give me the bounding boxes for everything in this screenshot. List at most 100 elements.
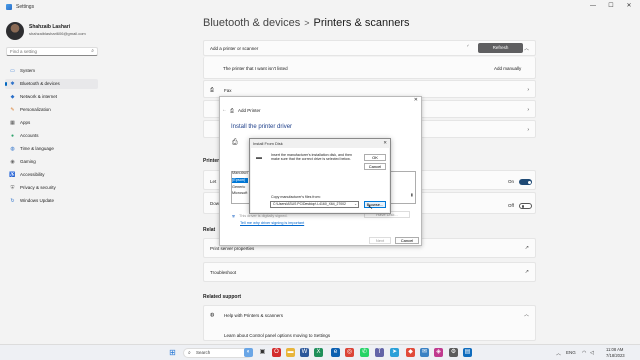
fax-label: Fax bbox=[224, 88, 232, 93]
driver-signing-link[interactable]: Tell me why driver signing is important bbox=[240, 221, 304, 225]
wifi-icon[interactable]: ◠ bbox=[582, 350, 586, 356]
chevron-down-icon[interactable]: ⌄ bbox=[354, 202, 357, 207]
photos-icon[interactable]: ◈ bbox=[434, 348, 443, 357]
bluetooth-icon: ✱ bbox=[10, 81, 15, 87]
breadcrumb: Bluetooth & devices > Printers & scanners bbox=[203, 17, 409, 29]
taskbar-search-label: Search bbox=[196, 350, 211, 355]
refresh-button[interactable]: Refresh bbox=[478, 43, 523, 53]
manufacturer-item[interactable]: Generic bbox=[232, 185, 245, 190]
troubleshoot-card[interactable]: Troubleshoot ↗ bbox=[203, 262, 536, 282]
store-icon[interactable]: ▤ bbox=[463, 348, 472, 357]
back-arrow-icon[interactable]: ← bbox=[222, 107, 227, 113]
sidebar-item-accessibility[interactable]: ♿ Accessibility bbox=[5, 170, 98, 180]
dialog-title: Install From Disk bbox=[253, 141, 283, 146]
gaming-icon: ◉ bbox=[10, 159, 15, 165]
brush-icon: ✎ bbox=[10, 107, 15, 113]
breadcrumb-separator: > bbox=[304, 18, 310, 28]
dialog-close-button[interactable]: ✕ bbox=[383, 140, 387, 146]
sidebar: Shahzaib Lashari shahzaiblashari606@gmai… bbox=[0, 14, 200, 344]
volume-icon[interactable]: ◁ bbox=[590, 350, 594, 356]
help-label: Help with Printers & scanners bbox=[224, 313, 284, 318]
sidebar-item-label: Windows Update bbox=[20, 198, 55, 203]
telegram-icon[interactable]: ➤ bbox=[390, 348, 399, 357]
search-input[interactable]: Find a setting ⌕ bbox=[6, 47, 98, 56]
app-icon-red[interactable]: ◆ bbox=[406, 348, 415, 357]
cancel-button[interactable]: Cancel bbox=[395, 237, 419, 244]
search-placeholder: Find a setting bbox=[10, 49, 38, 54]
language-indicator[interactable]: ENG bbox=[566, 350, 576, 355]
dialog-heading: Install the printer driver bbox=[231, 124, 293, 130]
chrome-icon[interactable]: ◎ bbox=[345, 348, 354, 357]
learn-about-link[interactable]: Learn about Control panel options moving… bbox=[224, 333, 330, 338]
related-settings-heading: Relat bbox=[203, 227, 216, 233]
install-instructions: Insert the manufacturer's installation d… bbox=[271, 153, 352, 162]
toggle-state-label: On bbox=[508, 179, 515, 184]
clock-time[interactable]: 11:08 AM bbox=[606, 347, 623, 352]
taskbar: ⊞ ⌕ Search ◐ ▣ O ▬ W X e ◎ ✆ T ➤ ◆ ✉ ◈ ⚙… bbox=[0, 344, 640, 360]
toggle-state-label: Off bbox=[508, 203, 514, 208]
manufacturer-item-selected[interactable]: (Epson) bbox=[232, 178, 248, 183]
avatar[interactable] bbox=[6, 22, 24, 40]
dialog-close-button[interactable]: ✕ bbox=[414, 97, 418, 103]
window-title: Settings bbox=[16, 4, 35, 10]
manufacturer-header: Manufact bbox=[232, 171, 248, 175]
excel-icon[interactable]: X bbox=[314, 348, 323, 357]
mail-icon[interactable]: ✉ bbox=[420, 348, 429, 357]
scrollbar-thumb[interactable]: ▮ bbox=[411, 192, 413, 197]
sidebar-item-label: Apps bbox=[20, 120, 31, 125]
settings-icon[interactable]: ⚙ bbox=[449, 348, 458, 357]
update-icon: ↻ bbox=[10, 198, 15, 204]
sidebar-item-label: Accounts bbox=[20, 133, 39, 138]
start-button-icon[interactable]: ⊞ bbox=[168, 348, 177, 357]
ok-button[interactable]: OK bbox=[364, 154, 386, 161]
sidebar-item-label: Network & internet bbox=[20, 94, 58, 99]
accounts-icon: ● bbox=[10, 133, 15, 139]
edge-icon[interactable]: e bbox=[331, 348, 340, 357]
accessibility-icon: ♿ bbox=[9, 172, 16, 178]
maximize-button[interactable]: ☐ bbox=[603, 1, 619, 11]
cancel-button[interactable]: Cancel bbox=[364, 163, 386, 170]
chevron-up-icon[interactable]: ︿ bbox=[556, 350, 561, 357]
manufacturer-item[interactable]: Microsoft bbox=[232, 191, 247, 196]
opera-icon[interactable]: O bbox=[272, 348, 281, 357]
chevron-up-icon[interactable]: ︿ bbox=[524, 45, 529, 52]
task-view-icon[interactable]: ▣ bbox=[258, 348, 267, 357]
next-button[interactable]: Next bbox=[369, 237, 391, 244]
chevron-right-icon: › bbox=[527, 127, 529, 133]
manage-default-toggle[interactable] bbox=[519, 179, 532, 185]
sidebar-item-gaming[interactable]: ◉ Gaming bbox=[5, 157, 98, 167]
user-name: Shahzaib Lashari bbox=[29, 24, 71, 30]
clock-date[interactable]: 7/18/2023 bbox=[606, 353, 625, 358]
printer-icon: ⎙ bbox=[210, 87, 215, 93]
widgets-icon[interactable]: ◐ bbox=[244, 348, 253, 357]
minimize-button[interactable]: — bbox=[585, 1, 601, 11]
chevron-up-icon[interactable]: ︿ bbox=[524, 311, 529, 318]
troubleshoot-label: Troubleshoot bbox=[210, 270, 237, 275]
sidebar-item-accounts[interactable]: ● Accounts bbox=[5, 131, 98, 141]
sidebar-item-apps[interactable]: ▦ Apps bbox=[5, 118, 98, 128]
copy-from-label: Copy manufacturer's files from: bbox=[271, 195, 321, 199]
sidebar-item-personalization[interactable]: ✎ Personalization bbox=[5, 105, 98, 115]
taskbar-search[interactable]: ⌕ Search bbox=[183, 348, 253, 358]
help-card: ◍ Help with Printers & scanners ︿ Learn … bbox=[203, 305, 536, 341]
sidebar-item-system[interactable]: ▭ System bbox=[5, 66, 98, 76]
path-combobox[interactable]: C:\Users\ASUS PC\Desktop\ L4160_X64_2700… bbox=[270, 201, 359, 208]
teams-icon[interactable]: T bbox=[375, 348, 384, 357]
metered-download-toggle[interactable] bbox=[519, 203, 532, 209]
globe-icon: ◍ bbox=[10, 146, 15, 152]
whatsapp-icon[interactable]: ✆ bbox=[360, 348, 369, 357]
sidebar-item-network[interactable]: ◆ Network & internet bbox=[5, 92, 98, 102]
add-manually-button[interactable]: Add manually bbox=[494, 66, 521, 71]
path-value: C:\Users\ASUS PC\Desktop\ L4160_X64_2700… bbox=[273, 202, 346, 206]
file-explorer-icon[interactable]: ▬ bbox=[286, 348, 295, 357]
sidebar-item-privacy[interactable]: ⛨ Privacy & security bbox=[5, 183, 98, 193]
sidebar-item-time-language[interactable]: ◍ Time & language bbox=[5, 144, 98, 154]
sidebar-item-windows-update[interactable]: ↻ Windows Update bbox=[5, 196, 98, 206]
search-icon: ⌕ bbox=[188, 350, 191, 356]
breadcrumb-parent[interactable]: Bluetooth & devices bbox=[203, 17, 300, 29]
sidebar-item-bluetooth[interactable]: ✱ Bluetooth & devices bbox=[5, 79, 98, 89]
close-button[interactable]: ✕ bbox=[621, 1, 637, 11]
settings-app-icon bbox=[6, 4, 12, 10]
sidebar-item-label: Gaming bbox=[20, 159, 36, 164]
word-icon[interactable]: W bbox=[300, 348, 309, 357]
